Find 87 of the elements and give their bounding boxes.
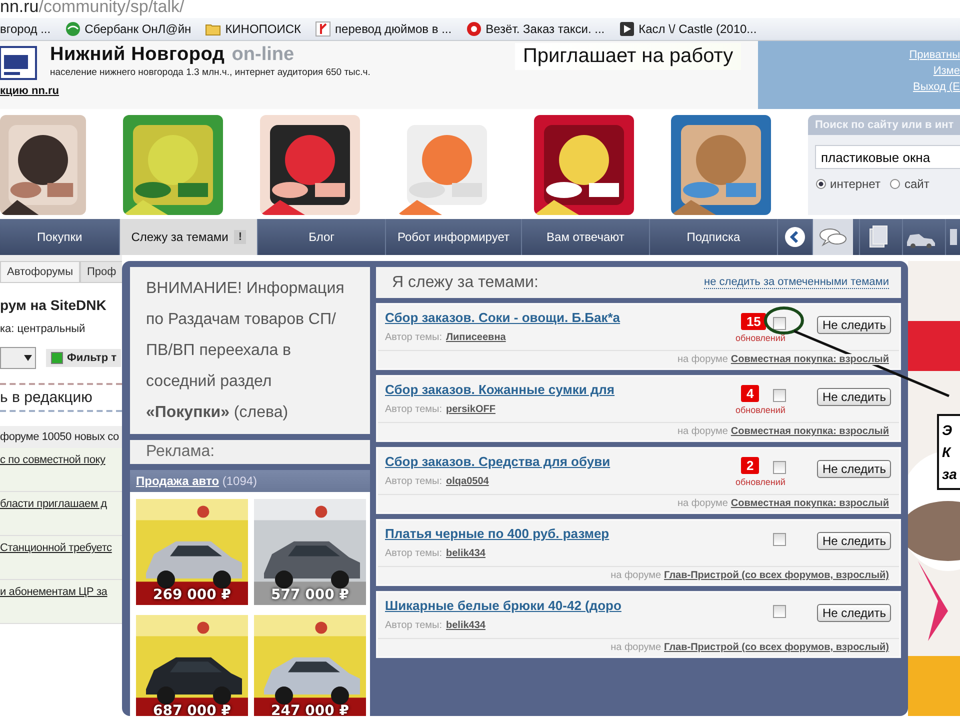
category-link[interactable]: Продажа авто [136, 474, 220, 488]
annotation-text: К [942, 443, 952, 462]
unwatch-button[interactable]: Не следить [817, 460, 891, 478]
author-label: Автор темы: [385, 332, 442, 343]
nav-tab[interactable]: Блог [258, 219, 386, 255]
search-field[interactable]: пластиковые окна [815, 145, 960, 169]
updates-badge: 4 [741, 385, 759, 402]
unwatch-button[interactable]: Не следить [817, 388, 891, 406]
checkbox[interactable] [773, 533, 786, 546]
header-link[interactable]: кцию nn.ru [0, 85, 758, 97]
updates-label: обновлений [735, 333, 786, 343]
list-title: Я слежу за темами: [392, 274, 538, 292]
checkbox[interactable] [773, 389, 786, 402]
checkbox[interactable] [773, 317, 786, 330]
filter-button[interactable]: Фильтр т [46, 349, 122, 367]
updates-label: обновлений [735, 405, 786, 415]
forum-stats: форуме 10050 новых со [0, 426, 122, 448]
bookmark[interactable]: КИНОПОИСК [205, 21, 302, 37]
radio-option[interactable]: сайт [890, 177, 930, 191]
forum-label: на форуме [677, 426, 728, 437]
annotation-text: Э [942, 421, 954, 440]
updates-label: обновлений [735, 477, 786, 487]
author-link[interactable]: belik434 [446, 548, 486, 559]
updates-badge: 2 [741, 457, 759, 474]
ads-title: Реклама: [146, 443, 215, 460]
forum-link[interactable]: Совместная покупка: взрослый [730, 426, 889, 437]
address-url[interactable]: nn.ru/community/sp/talk/ [0, 0, 184, 17]
forum-label: на форуме [610, 570, 662, 581]
back-icon[interactable] [784, 226, 806, 248]
forum-label: на форуме [610, 642, 662, 653]
site-subtitle-tag: on-line [232, 44, 294, 65]
radio-option[interactable]: интернет [816, 177, 880, 191]
topic-title-link[interactable]: Сбор заказов. Средства для обуви [385, 454, 610, 469]
unwatch-link[interactable]: не следить за отмеченными темами [704, 276, 889, 289]
nav-tab[interactable]: Робот информирует [386, 219, 522, 255]
author-label: Автор темы: [385, 620, 442, 631]
author-label: Автор темы: [385, 404, 442, 415]
author-link[interactable]: belik434 [446, 620, 486, 631]
dropdown[interactable] [0, 347, 36, 369]
tab-badge: ! [234, 230, 246, 244]
nav-tab[interactable]: Слежу за темами ! [120, 219, 258, 255]
topic-title-link[interactable]: Шикарные белые брюки 40-42 (доро [385, 598, 622, 613]
region-label: ка: центральный [0, 323, 86, 335]
site-title: Нижний Новгород [50, 44, 225, 65]
author-label: Автор темы: [385, 476, 442, 487]
author-link[interactable]: olqa0504 [446, 476, 489, 487]
topic-title-link[interactable]: Сбор заказов. Кожанные сумки для [385, 382, 615, 397]
forum-tab[interactable]: Автофорумы [0, 261, 80, 283]
forum-link[interactable]: Глав-Пристрой (со всех форумов, взрослый) [664, 570, 889, 581]
forum-label: на форуме [677, 498, 728, 509]
updates-badge: 15 [741, 313, 766, 330]
bookmark[interactable]: Касл \/ Castle (2010... [618, 21, 757, 37]
forum-tab[interactable]: Проф [80, 261, 122, 283]
logo-icon[interactable] [0, 45, 40, 81]
bookmark[interactable]: Везёт. Заказ такси. ... [466, 21, 605, 37]
job-banner[interactable]: Приглашает на работу [515, 43, 742, 70]
author-link[interactable]: Липисеевна [446, 332, 506, 343]
nav-tab[interactable]: Вам отвечают [522, 219, 650, 255]
site-tagline: население нижнего новгорода 1.3 млн.ч., интернет аудитория 650 тыс.ч. [50, 67, 372, 78]
annotation-text: за [942, 465, 958, 484]
chat-icon[interactable] [818, 226, 848, 248]
bookmark[interactable]: перевод дюймов в ... [315, 21, 452, 37]
category-count: (1094) [221, 474, 258, 488]
topic-title-link[interactable]: Платья черные по 400 руб. размер [385, 526, 610, 541]
author-link[interactable]: persikOFF [446, 404, 496, 415]
bookmark[interactable]: Сбербанк ОнЛ@йн [64, 21, 192, 37]
nav-tab[interactable]: Подписка [650, 219, 778, 255]
documents-icon[interactable] [866, 225, 889, 249]
forum-label: на форуме [677, 354, 728, 365]
bookmark[interactable]: вгород ... [0, 22, 51, 36]
topic-title-link[interactable]: Сбор заказов. Соки - овощи. Б.Бак*а [385, 310, 620, 325]
forum-heading: рум на SiteDNK [0, 297, 108, 313]
forum-link[interactable]: Глав-Пристрой (со всех форумов, взрослый) [664, 642, 889, 653]
author-label: Автор темы: [385, 548, 442, 559]
checkbox[interactable] [773, 461, 786, 474]
search-title: Поиск по сайту или в инт [808, 115, 960, 135]
play-icon [618, 21, 635, 37]
checkbox[interactable] [773, 605, 786, 618]
forum-link[interactable]: Совместная покупка: взрослый [730, 498, 889, 509]
unwatch-button[interactable]: Не следить [817, 604, 891, 622]
caret-icon [23, 354, 33, 362]
unwatch-button[interactable]: Не следить [817, 316, 891, 334]
highlight-ring [764, 306, 804, 334]
unwatch-button[interactable]: Не следить [817, 532, 891, 550]
forum-link[interactable]: Совместная покупка: взрослый [730, 354, 889, 365]
notice-text: ВНИМАНИЕ! Информация по Раздачам товаров СП/ПВ/ВП переехала в соседний раздел «Покупки» (слева) [146, 279, 346, 423]
circle-icon [466, 21, 482, 37]
